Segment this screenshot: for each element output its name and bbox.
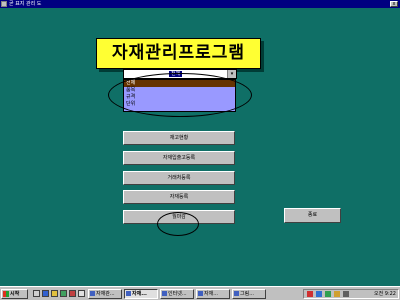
system-tray: 오전 9:22 — [303, 289, 399, 299]
windows-logo-icon — [3, 291, 9, 297]
screen: 곧 표지 관리 도 x 자재관리프로그램 전체 ▾ 전체 품목 규격 단위 재고… — [0, 0, 400, 300]
volume-icon[interactable] — [343, 291, 349, 297]
desktop-icon[interactable] — [33, 290, 40, 297]
taskbar-button-active[interactable]: 자재... — [124, 289, 158, 299]
window-icon — [198, 291, 203, 296]
tray-icon[interactable] — [307, 291, 313, 297]
app-shortcut-icon[interactable] — [69, 290, 76, 297]
window-icon — [90, 291, 95, 296]
taskbar-button[interactable]: 자재관... — [88, 289, 122, 299]
tray-icon[interactable] — [334, 291, 340, 297]
app-shortcut-icon[interactable] — [60, 290, 67, 297]
program-title: 자재관리프로그램 — [96, 38, 261, 69]
tray-icon[interactable] — [316, 291, 322, 297]
window-icon — [234, 291, 239, 296]
taskbar-button[interactable]: 인터넷... — [160, 289, 194, 299]
chevron-down-icon[interactable]: ▾ — [227, 70, 236, 78]
window-icon — [126, 291, 131, 296]
start-button[interactable]: 시작 — [1, 289, 28, 299]
tray-icon[interactable] — [325, 291, 331, 297]
start-label: 시작 — [10, 291, 20, 297]
taskbar-button-label: 자재... — [204, 291, 218, 297]
taskbar: 시작 자재관... 자재... 인터넷... 자재... 그림... 오전 9:… — [0, 286, 400, 300]
taskbar-button-label: 그림... — [240, 291, 254, 297]
title-bar: 곧 표지 관리 도 x — [0, 0, 400, 8]
app-icon — [1, 1, 7, 7]
highlight-ellipse — [108, 73, 252, 117]
browser-icon[interactable] — [42, 290, 49, 297]
taskbar-button-label: 자재... — [132, 291, 147, 297]
folder-icon[interactable] — [51, 290, 58, 297]
window-title: 곧 표지 관리 도 — [9, 1, 42, 7]
taskbar-button-label: 인터넷... — [168, 291, 187, 297]
stock-status-button[interactable]: 재고현황 — [123, 131, 235, 145]
material-register-button[interactable]: 자재등록 — [123, 190, 235, 204]
taskbar-button[interactable]: 그림... — [232, 289, 266, 299]
app-shortcut-icon[interactable] — [78, 290, 85, 297]
taskbar-button[interactable]: 자재... — [196, 289, 230, 299]
taskbar-button-label: 자재관... — [96, 291, 115, 297]
window-icon — [162, 291, 167, 296]
clock: 오전 9:22 — [373, 291, 396, 297]
highlight-ellipse — [157, 212, 199, 236]
quit-button[interactable]: 종료 — [284, 208, 341, 223]
vendor-register-button[interactable]: 거래처등록 — [123, 171, 235, 185]
close-button[interactable]: x — [390, 1, 398, 7]
inout-register-button[interactable]: 자재입출고등록 — [123, 151, 235, 165]
